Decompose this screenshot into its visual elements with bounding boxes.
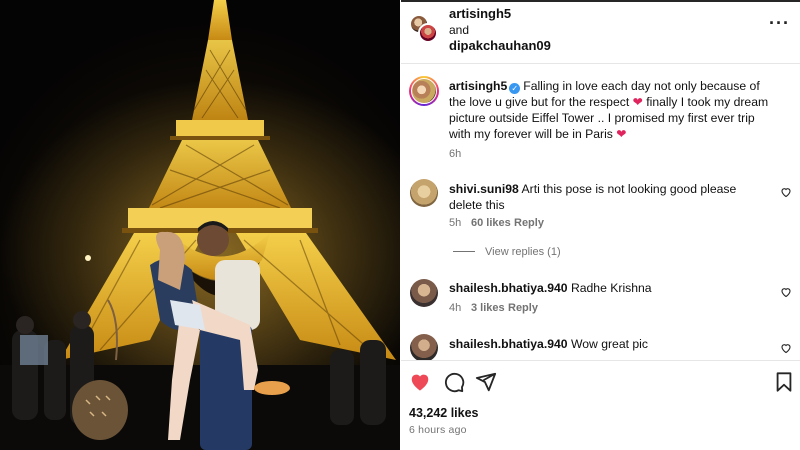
view-replies-button[interactable]: View replies (1) — [453, 246, 561, 258]
comment-like-heart-icon[interactable] — [780, 286, 792, 298]
avatar — [411, 78, 437, 104]
owner-and-text: and — [449, 23, 470, 37]
comment-body: Radhe Krishna — [570, 281, 652, 295]
post-details-panel: artisingh5 and dipakchauhan09 ··· artisi… — [401, 0, 800, 450]
comment-likes[interactable]: 3 likes — [471, 302, 505, 314]
divider — [453, 251, 475, 252]
reply-button[interactable]: Reply — [514, 217, 544, 229]
comment-like-heart-icon[interactable] — [780, 342, 792, 354]
caption-time[interactable]: 6h — [449, 148, 461, 160]
comment-time[interactable]: 5h — [449, 217, 461, 229]
post-header: artisingh5 and dipakchauhan09 ··· — [401, 2, 800, 64]
comment-like-heart-icon[interactable] — [780, 186, 792, 198]
reply-button[interactable]: Reply — [508, 302, 538, 314]
comment-text: shivi.suni98 Arti this pose is not looki… — [449, 181, 769, 213]
more-horizontal-icon[interactable]: ··· — [769, 14, 790, 32]
avatar[interactable] — [410, 279, 438, 307]
comment-bubble-icon[interactable] — [443, 371, 465, 393]
red-heart-emoji-icon: ❤ — [616, 127, 627, 141]
comment-username[interactable]: shivi.suni98 — [449, 182, 519, 196]
comments-scroll-area[interactable]: artisingh5 ✓ Falling in love each day not … — [401, 64, 800, 360]
caption-avatar[interactable] — [409, 76, 439, 106]
eiffel-tower-photo — [0, 0, 400, 450]
avatar[interactable] — [410, 179, 438, 207]
post-time[interactable]: 6 hours ago — [409, 424, 467, 436]
collab-avatar[interactable] — [409, 14, 438, 43]
like-heart-icon[interactable] — [409, 371, 431, 393]
comment-username[interactable]: shailesh.bhatiya.940 — [449, 337, 568, 351]
comment-time[interactable]: 4h — [449, 302, 461, 314]
post-photo[interactable] — [0, 0, 400, 450]
owner-username-secondary[interactable]: dipakchauhan09 — [449, 38, 551, 53]
comment-username[interactable]: shailesh.bhatiya.940 — [449, 281, 568, 295]
comment-text: shailesh.bhatiya.940 Wow great pic — [449, 336, 769, 352]
caption-username[interactable]: artisingh5 — [449, 79, 507, 93]
comment-text: shailesh.bhatiya.940 Radhe Krishna — [449, 280, 769, 296]
owner-username-primary[interactable]: artisingh5 — [449, 6, 511, 21]
comment-likes[interactable]: 60 likes — [471, 217, 511, 229]
post-actions: 43,242 likes 6 hours ago — [401, 360, 800, 450]
bookmark-save-icon[interactable] — [773, 371, 795, 393]
share-send-icon[interactable] — [475, 371, 497, 393]
comment-body: Wow great pic — [570, 337, 648, 351]
post-caption: artisingh5 ✓ Falling in love each day not … — [449, 78, 779, 142]
verified-badge-icon: ✓ — [509, 83, 521, 94]
red-heart-emoji-icon: ❤ — [632, 95, 643, 109]
avatar — [418, 23, 438, 43]
likes-count[interactable]: 43,242 likes — [409, 406, 479, 420]
avatar[interactable] — [410, 334, 438, 360]
